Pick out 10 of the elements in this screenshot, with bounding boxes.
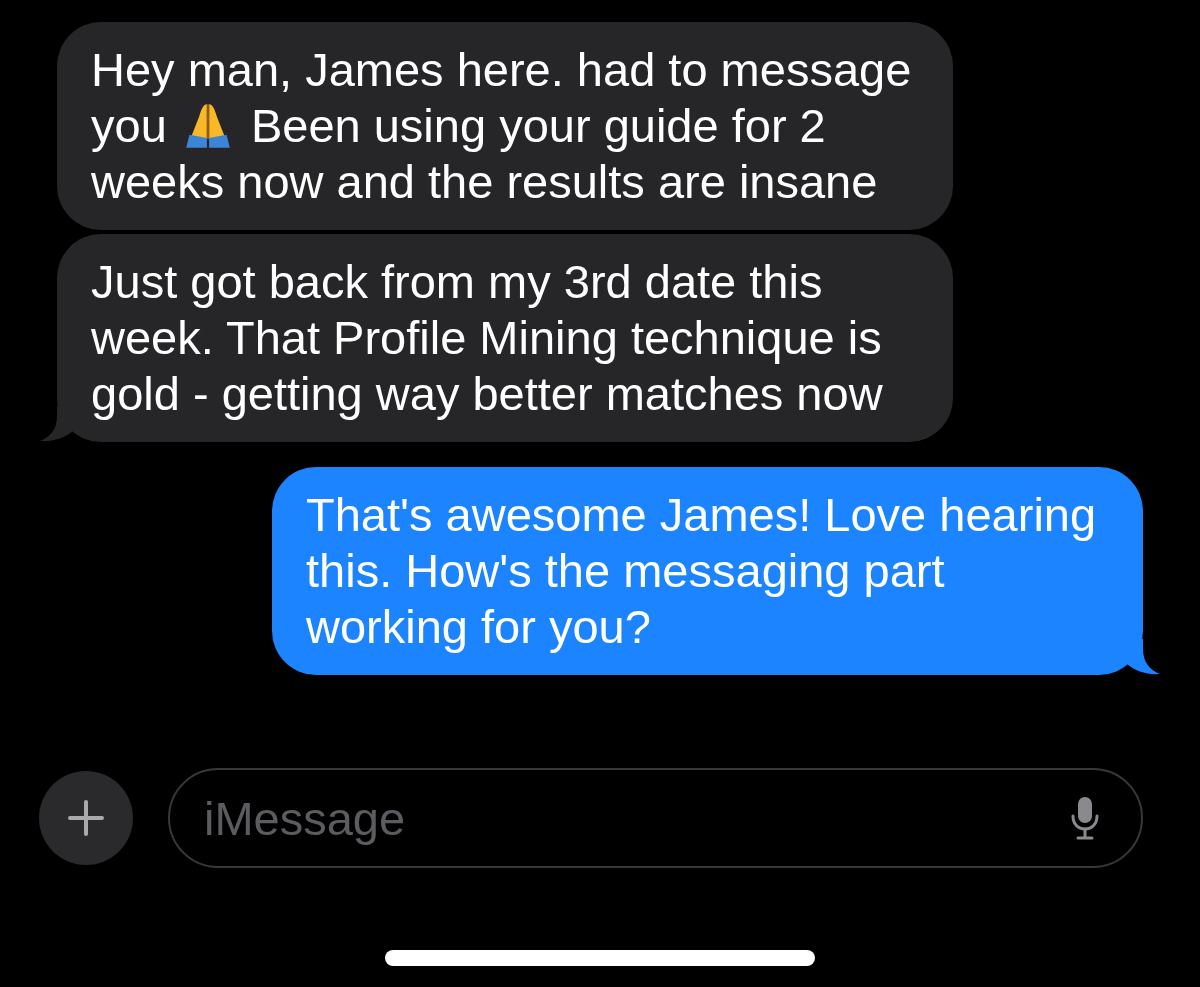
message-text: Hey man, James here. had to message xyxy=(91,43,912,96)
message-field[interactable]: iMessage xyxy=(168,768,1143,868)
message-text: you xyxy=(91,99,167,152)
praying-hands-icon xyxy=(183,102,232,150)
message-text: weeks now and the results are insane xyxy=(91,155,878,208)
message-text: Been using your guide for 2 xyxy=(250,99,826,152)
message-text: Just got back from my 3rd date this week. That Profile Mining technique is gold - getting way better matches now xyxy=(91,255,883,420)
microphone-icon[interactable] xyxy=(1071,796,1099,840)
message-text: That's awesome James! Love hearing this. How's the messaging part working for you? xyxy=(306,488,1097,653)
plus-icon xyxy=(68,800,104,836)
